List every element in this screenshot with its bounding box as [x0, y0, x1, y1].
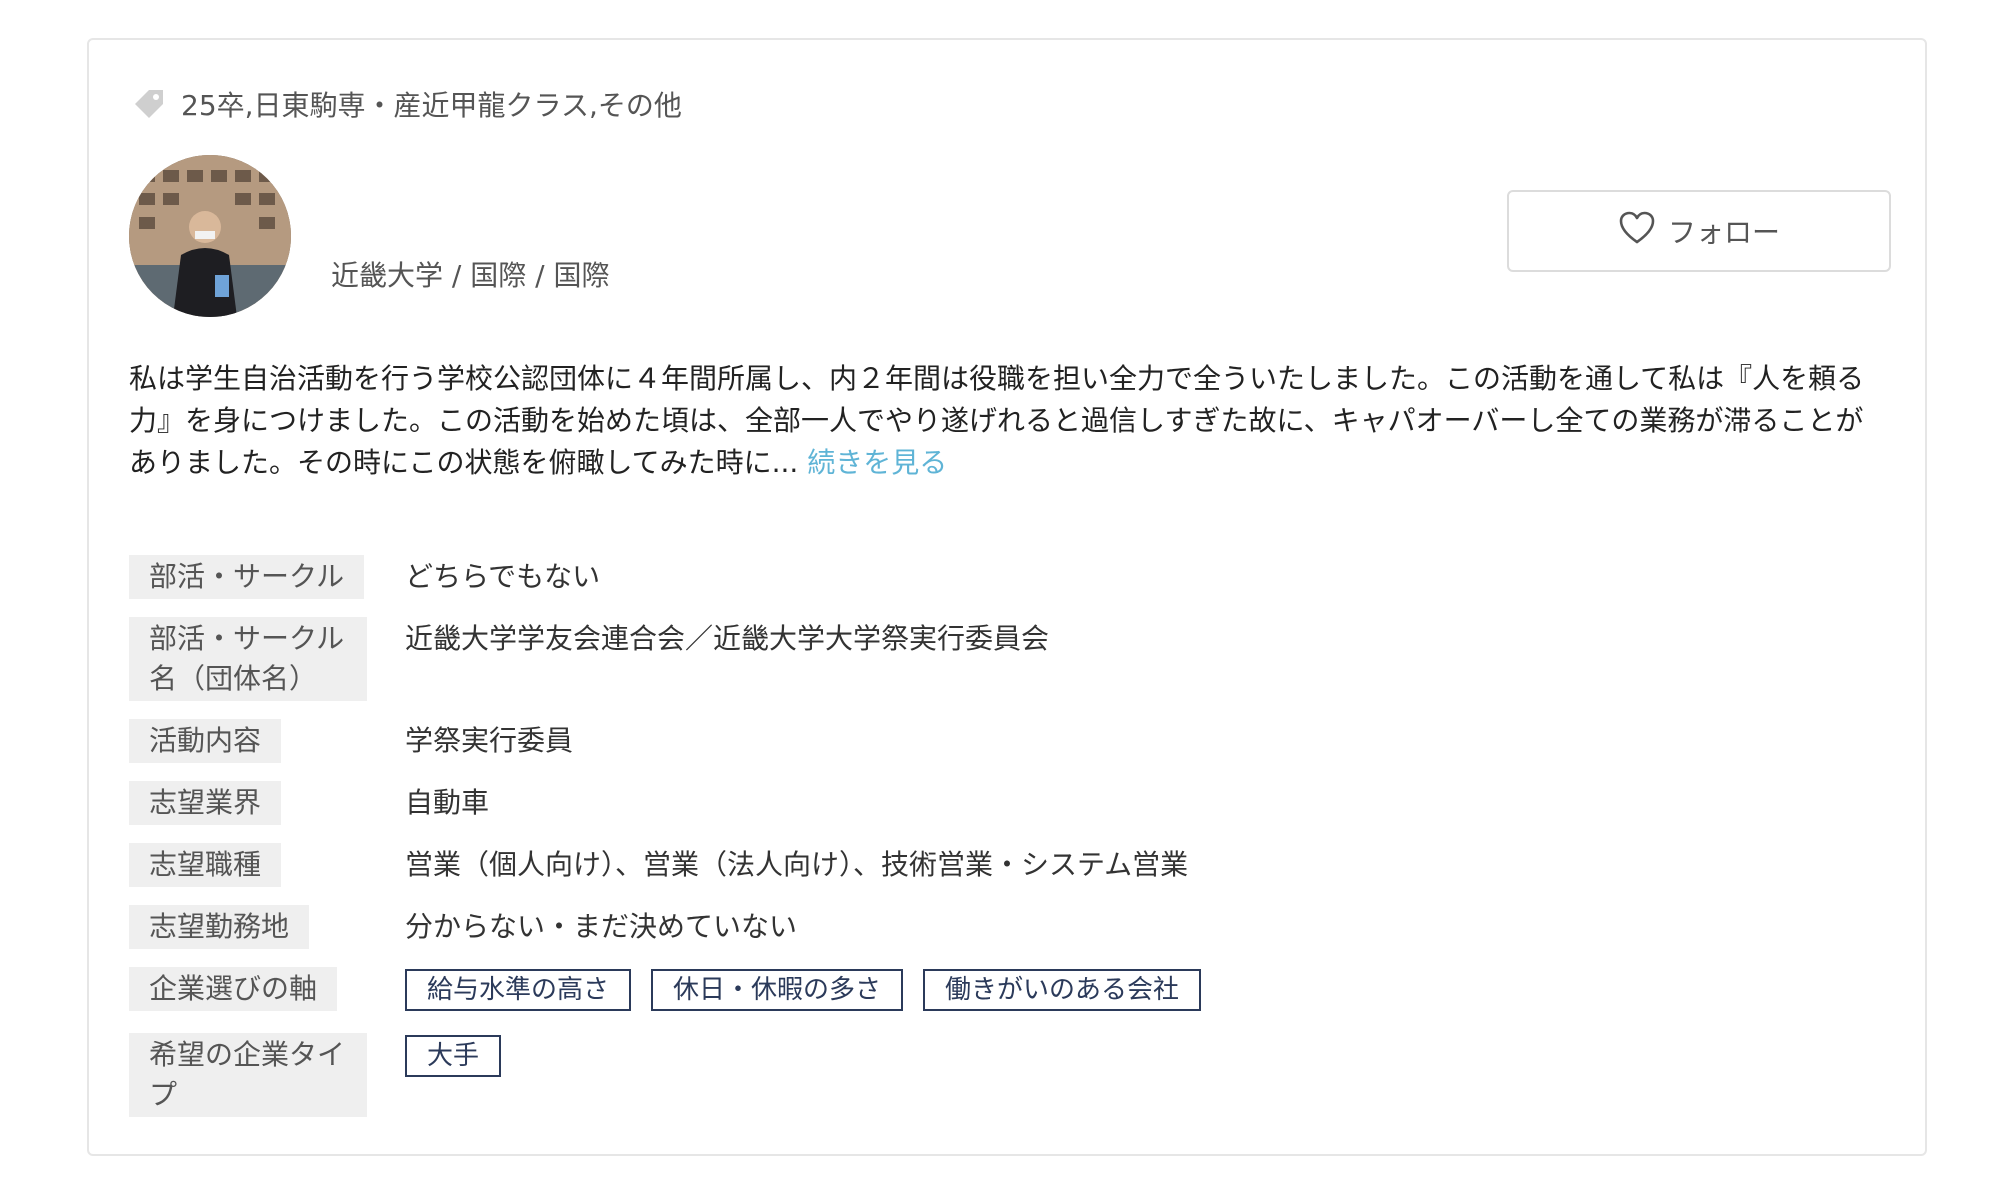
read-more-link[interactable]: 続きを見る [807, 446, 947, 479]
tag-icon [131, 86, 167, 122]
attribute-row-club-name: 部活・サークル名（団体名） 近畿大学学友会連合会／近畿大学大学祭実行委員会 [129, 617, 1889, 701]
attribute-label: 希望の企業タイプ [129, 1033, 367, 1117]
attribute-row-company-axis: 企業選びの軸 給与水準の高さ 休日・休暇の多さ 働きがいのある会社 [129, 967, 1889, 1011]
intro-text: 私は学生自治活動を行う学校公認団体に４年間所属し、内２年間は役職を担い全力で全う… [129, 358, 1889, 484]
attribute-label: 志望業界 [129, 781, 282, 825]
attribute-label: 部活・サークル名（団体名） [129, 617, 367, 701]
attribute-label: 活動内容 [129, 719, 282, 763]
attribute-value: 分からない・まだ決めていない [405, 910, 798, 943]
attribute-value: 自動車 [405, 786, 490, 819]
attribute-value: 営業（個人向け）、営業（法人向け）、技術営業・システム営業 [405, 848, 1189, 881]
school-info: 近畿大学 / 国際 / 国際 [331, 259, 610, 292]
attribute-label: 部活・サークル [129, 555, 365, 599]
follow-button[interactable]: フォロー [1507, 190, 1891, 272]
attribute-row-job-type: 志望職種 営業（個人向け）、営業（法人向け）、技術営業・システム営業 [129, 843, 1889, 887]
chip-tag: 大手 [405, 1035, 502, 1077]
heart-outline-icon [1618, 211, 1656, 252]
avatar[interactable] [129, 155, 291, 317]
attribute-row-industry: 志望業界 自動車 [129, 781, 1889, 825]
profile-card: 25卒,日東駒専・産近甲龍クラス,その他 近畿大学 / 国際 / 国際 フォロー… [87, 38, 1927, 1156]
attribute-label: 企業選びの軸 [129, 967, 338, 1011]
tags-row: 25卒,日東駒専・産近甲龍クラス,その他 [131, 84, 682, 124]
attribute-row-company-type: 希望の企業タイプ 大手 [129, 1033, 1889, 1117]
attribute-value: どちらでもない [405, 560, 601, 593]
profile-attributes: 部活・サークル どちらでもない 部活・サークル名（団体名） 近畿大学学友会連合会… [129, 555, 1889, 1135]
attribute-row-activity: 活動内容 学祭実行委員 [129, 719, 1889, 763]
chip-tag: 働きがいのある会社 [923, 969, 1202, 1011]
chip-list: 大手 [405, 1033, 502, 1077]
follow-label: フォロー [1667, 216, 1780, 249]
chip-tag: 休日・休暇の多さ [651, 969, 904, 1011]
attribute-value: 近畿大学学友会連合会／近畿大学大学祭実行委員会 [405, 622, 1050, 655]
attribute-row-location: 志望勤務地 分からない・まだ決めていない [129, 905, 1889, 949]
tags-text: 25卒,日東駒専・産近甲龍クラス,その他 [181, 89, 682, 122]
chip-tag: 給与水準の高さ [405, 969, 632, 1011]
attribute-label: 志望職種 [129, 843, 282, 887]
attribute-label: 志望勤務地 [129, 905, 310, 949]
intro-body: 私は学生自治活動を行う学校公認団体に４年間所属し、内２年間は役職を担い全力で全う… [129, 362, 1865, 479]
attribute-value: 学祭実行委員 [405, 724, 574, 757]
attribute-row-club: 部活・サークル どちらでもない [129, 555, 1889, 599]
chip-list: 給与水準の高さ 休日・休暇の多さ 働きがいのある会社 [405, 967, 1202, 1011]
